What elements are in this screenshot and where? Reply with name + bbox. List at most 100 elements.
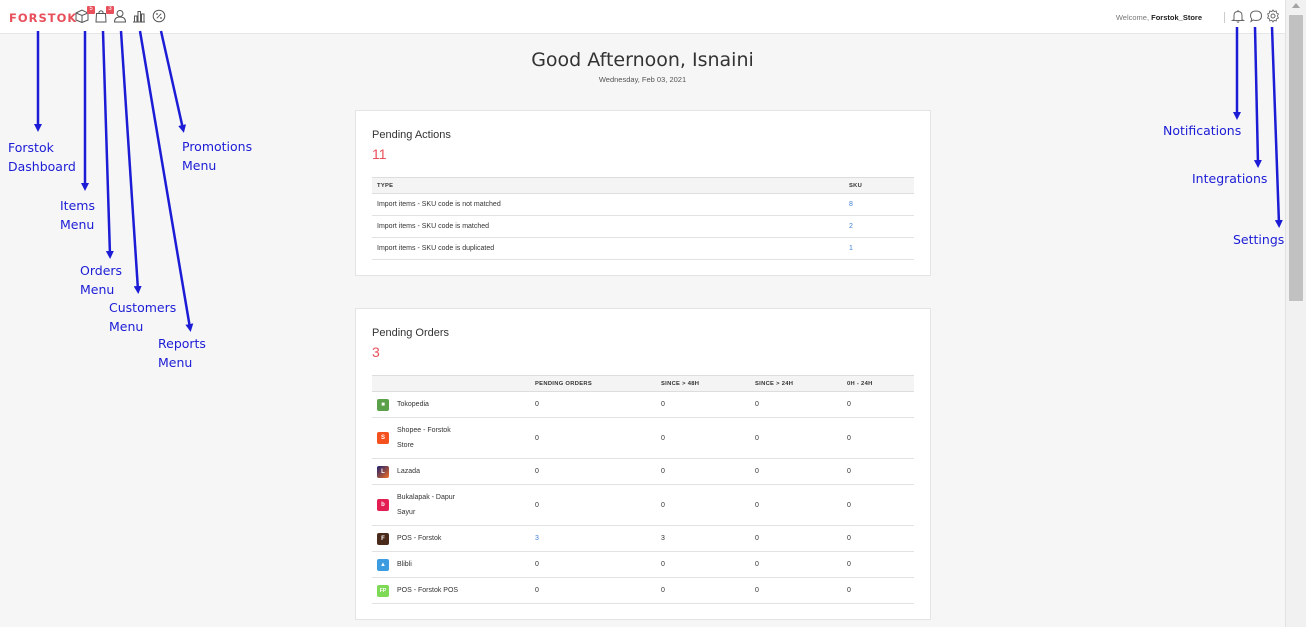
gear-icon[interactable]: [1266, 9, 1280, 23]
bukalapak-logo-icon: b: [377, 499, 389, 511]
0h-24h-value: 0: [842, 391, 914, 418]
table-row: L Lazada 0 0 0 0: [372, 458, 914, 485]
0h-24h-value: 0: [842, 458, 914, 485]
blibli-logo-icon: ▲: [377, 558, 389, 571]
pending-orders-value: 0: [530, 577, 656, 604]
action-type: Import items - SKU code is duplicated: [372, 237, 844, 260]
since-24h-value: 0: [750, 484, 842, 526]
channel-name: POS - Forstok: [397, 535, 442, 542]
pending-orders-title: Pending Orders: [372, 327, 450, 339]
channel-name: Lazada: [397, 468, 420, 475]
pending-actions-count: 11: [372, 146, 387, 162]
column-header-0h-24h: 0H - 24H: [847, 380, 873, 387]
action-sku-count-link[interactable]: 1: [844, 237, 914, 260]
table-row: Import items - SKU code is not matched 8: [372, 193, 914, 216]
welcome-username[interactable]: Forstok_Store: [1151, 13, 1202, 22]
0h-24h-value: 0: [842, 417, 914, 459]
table-row: Import items - SKU code is matched 2: [372, 215, 914, 238]
channel-name: Shopee - Forstok Store: [397, 427, 451, 449]
arrow-settings: [1270, 26, 1283, 228]
table-row: ■ Tokopedia 0 0 0 0: [372, 391, 914, 418]
annotation-orders: Orders Menu: [80, 263, 123, 297]
scroll-up-arrow-icon[interactable]: [1292, 3, 1300, 8]
welcome-text: Welcome, Forstok_Store: [1116, 13, 1202, 22]
vertical-scrollbar[interactable]: [1285, 0, 1306, 627]
since-48h-value: 0: [656, 577, 750, 604]
reports-menu-icon[interactable]: [132, 9, 146, 23]
pending-actions-title: Pending Actions: [372, 129, 451, 141]
column-header-sku: SKU: [849, 182, 863, 189]
since-48h-value: 0: [656, 391, 750, 418]
column-header-since-48h: SINCE > 48H: [661, 380, 700, 387]
tokopedia-logo-icon: ■: [377, 398, 389, 411]
annotation-notifications: Notifications: [1163, 123, 1242, 138]
table-row: b Bukalapak - Dapur Sayur 0 0 0 0: [372, 484, 914, 526]
since-24h-value: 0: [750, 391, 842, 418]
channel-name: Tokopedia: [397, 401, 429, 408]
scrollbar-thumb[interactable]: [1289, 15, 1303, 301]
action-sku-count-link[interactable]: 8: [844, 193, 914, 216]
pending-orders-card: Pending Orders 3 PENDING ORDERS SINCE > …: [355, 308, 931, 620]
lazada-logo-icon: L: [377, 465, 389, 478]
since-24h-value: 0: [750, 458, 842, 485]
arrow-orders: [101, 30, 114, 259]
since-48h-value: 0: [656, 551, 750, 578]
orders-menu-icon[interactable]: 3: [94, 6, 114, 23]
action-sku-count-link[interactable]: 2: [844, 215, 914, 238]
pending-orders-count: 3: [372, 344, 380, 360]
arrow-reports: [138, 30, 194, 332]
since-48h-value: 0: [656, 417, 750, 459]
action-type: Import items - SKU code is not matched: [372, 193, 844, 216]
pending-orders-value: 0: [530, 458, 656, 485]
channel-name: Blibli: [397, 561, 412, 568]
0h-24h-value: 0: [842, 551, 914, 578]
pending-orders-value: 0: [530, 551, 656, 578]
pending-orders-value: 0: [530, 417, 656, 459]
chat-bubble-icon[interactable]: [1249, 9, 1263, 23]
annotation-dashboard: Forstok Dashboard: [8, 140, 76, 174]
table-row: FP POS - Forstok POS 0 0 0 0: [372, 577, 914, 604]
table-row: S Shopee - Forstok Store 0 0 0 0: [372, 417, 914, 459]
column-header-pending-orders: PENDING ORDERS: [535, 380, 593, 387]
column-header-channel: [372, 376, 530, 392]
since-48h-value: 0: [656, 484, 750, 526]
arrow-customers: [119, 30, 142, 294]
greeting-title: Good Afternoon, Isnaini: [531, 49, 754, 71]
pending-orders-table: PENDING ORDERS SINCE > 48H SINCE > 24H 0…: [372, 375, 914, 604]
arrow-promotions: [159, 30, 187, 133]
annotation-reports: Reports Menu: [158, 336, 206, 370]
promotions-menu-icon[interactable]: [152, 9, 166, 23]
0h-24h-value: 0: [842, 484, 914, 526]
annotation-settings: Settings: [1233, 232, 1285, 247]
0h-24h-value: 0: [842, 577, 914, 604]
annotation-integrations: Integrations: [1192, 171, 1268, 186]
customers-menu-icon[interactable]: [113, 9, 127, 23]
channel-name: Bukalapak - Dapur Sayur: [397, 494, 455, 516]
table-row: ▲ Blibli 0 0 0 0: [372, 551, 914, 578]
arrow-integrations: [1253, 26, 1262, 168]
annotation-promotions: Promotions Menu: [182, 139, 253, 173]
since-48h-value: 3: [656, 525, 750, 552]
channel-name: POS - Forstok POS: [397, 587, 459, 594]
since-24h-value: 0: [750, 417, 842, 459]
pending-orders-value: 0: [530, 391, 656, 418]
greeting-date: Wednesday, Feb 03, 2021: [598, 75, 687, 84]
divider: [1224, 12, 1225, 23]
pending-orders-value: 0: [530, 484, 656, 526]
since-48h-value: 0: [656, 458, 750, 485]
table-header-row: PENDING ORDERS SINCE > 48H SINCE > 24H 0…: [372, 375, 914, 392]
0h-24h-value: 0: [842, 525, 914, 552]
bell-icon[interactable]: [1230, 9, 1246, 23]
pending-actions-card: Pending Actions 11 TYPE SKU Import items…: [355, 110, 931, 276]
table-row: Import items - SKU code is duplicated 1: [372, 237, 914, 260]
forstok-logo[interactable]: FORSTOK: [9, 11, 77, 25]
forstok-pos-logo-icon: FP: [377, 584, 389, 597]
annotation-items: Items Menu: [60, 198, 95, 232]
annotation-customers: Customers Menu: [109, 300, 177, 334]
pending-orders-link[interactable]: 3: [530, 525, 656, 552]
column-header-type: TYPE: [377, 182, 394, 189]
since-24h-value: 0: [750, 577, 842, 604]
items-menu-icon[interactable]: 5: [75, 6, 95, 24]
welcome-prefix: Welcome,: [1115, 13, 1150, 22]
table-row: F POS - Forstok 3 3 0 0: [372, 525, 914, 552]
